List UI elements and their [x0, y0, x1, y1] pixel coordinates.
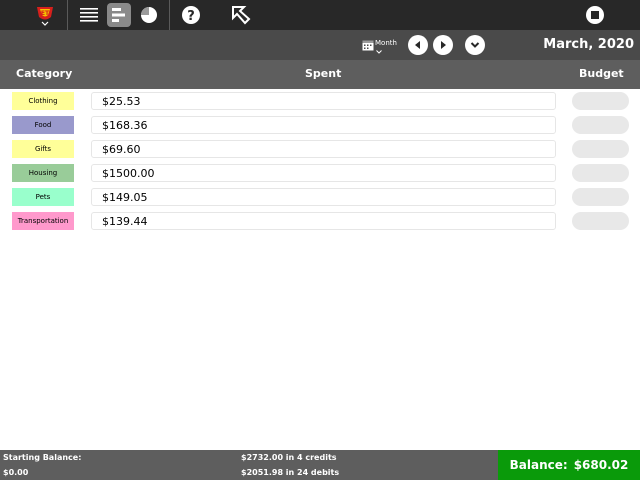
spent-amount: $1500.00 [91, 164, 556, 182]
period-toolbar: Month March, 2020 [0, 30, 640, 60]
date-title: March, 2020 [543, 37, 634, 52]
app-logo-icon[interactable]: ET [30, 0, 60, 30]
arrow-left-icon [415, 41, 420, 49]
category-label: Food [12, 116, 74, 134]
cursor-icon[interactable] [228, 0, 254, 30]
calendar-icon [362, 40, 374, 51]
balance-label: Balance: [509, 458, 568, 472]
budget-field[interactable] [572, 92, 629, 110]
table-row: Housing $1500.00 [0, 162, 640, 186]
budget-field[interactable] [572, 140, 629, 158]
period-selector[interactable]: Month [360, 30, 400, 60]
chevron-down-icon [376, 50, 382, 54]
header-budget: Budget [579, 67, 624, 80]
category-label: Clothing [12, 92, 74, 110]
credits-summary: $2732.00 in 4 credits [241, 453, 337, 462]
debits-summary: $2051.98 in 24 debits [241, 468, 340, 477]
svg-text:?: ? [187, 9, 195, 24]
date-menu-button[interactable] [465, 35, 485, 55]
category-label: Pets [12, 188, 74, 206]
table-row: Pets $149.05 [0, 186, 640, 210]
category-list: Clothing $25.53 Food $168.36 Gifts $69.6… [0, 90, 640, 234]
table-row: Gifts $69.60 [0, 138, 640, 162]
balance-value: $680.02 [573, 458, 629, 472]
budget-field[interactable] [572, 212, 629, 230]
list-view-icon[interactable] [76, 0, 102, 30]
spent-amount: $25.53 [91, 92, 556, 110]
category-label: Transportation [12, 212, 74, 230]
table-row: Food $168.36 [0, 114, 640, 138]
category-label: Housing [12, 164, 74, 182]
period-label: Month [375, 39, 397, 47]
help-icon[interactable]: ? [178, 0, 204, 30]
svg-text:ET: ET [41, 10, 50, 17]
budget-field[interactable] [572, 164, 629, 182]
toolbar-separator [169, 0, 170, 30]
spent-amount: $149.05 [91, 188, 556, 206]
next-period-button[interactable] [433, 35, 453, 55]
spent-amount: $139.44 [91, 212, 556, 230]
top-toolbar: ET ? [0, 0, 640, 30]
starting-balance-label: Starting Balance: [3, 453, 82, 462]
summary-footer: Starting Balance: $0.00 $2732.00 in 4 cr… [0, 450, 640, 480]
stop-icon[interactable] [580, 0, 610, 30]
arrow-right-icon [441, 41, 446, 49]
table-row: Clothing $25.53 [0, 90, 640, 114]
header-spent: Spent [305, 67, 342, 80]
table-row: Transportation $139.44 [0, 210, 640, 234]
toolbar-separator [67, 0, 68, 30]
starting-balance-value: $0.00 [3, 468, 29, 477]
budget-field[interactable] [572, 116, 629, 134]
header-category: Category [16, 67, 73, 80]
chevron-down-icon [470, 42, 480, 48]
category-label: Gifts [12, 140, 74, 158]
spent-amount: $168.36 [91, 116, 556, 134]
table-header: Category Spent Budget [0, 60, 640, 89]
previous-period-button[interactable] [408, 35, 428, 55]
budget-field[interactable] [572, 188, 629, 206]
balance-display: Balance: $680.02 [498, 450, 640, 480]
pie-chart-view-icon[interactable] [136, 0, 162, 30]
spent-amount: $69.60 [91, 140, 556, 158]
bar-chart-view-icon[interactable] [106, 0, 132, 30]
